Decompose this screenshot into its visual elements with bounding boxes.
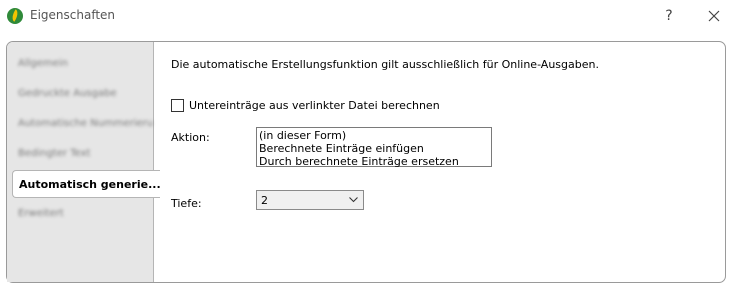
aktion-option[interactable]: Durch berechnete Einträge ersetzen: [259, 155, 489, 168]
window-title: Eigenschaften: [30, 8, 116, 22]
subentries-checkbox-label[interactable]: Untereinträge aus verlinkter Datei berec…: [189, 99, 440, 112]
content-panel: Die automatische Erstellungsfunktion gil…: [154, 42, 722, 269]
help-button[interactable]: ?: [657, 4, 681, 28]
chevron-down-icon: [349, 197, 358, 203]
aktion-option[interactable]: Berechnete Einträge einfügen: [259, 142, 489, 155]
sidebar-item-gedruckte-ausgabe[interactable]: Gedruckte Ausgabe: [12, 80, 153, 108]
sidebar: Allgemein Gedruckte Ausgabe Automatische…: [7, 42, 160, 282]
aktion-option[interactable]: (in dieser Form): [259, 129, 489, 142]
tiefe-dropdown[interactable]: 2: [256, 190, 364, 210]
info-text: Die automatische Erstellungsfunktion gil…: [171, 58, 599, 71]
sidebar-item-erweitert[interactable]: Erweitert: [12, 200, 153, 228]
app-logo-icon: [7, 8, 23, 24]
sidebar-item-automatisch-generiert[interactable]: Automatisch generie...: [12, 170, 160, 198]
close-button[interactable]: [700, 4, 728, 28]
aktion-label: Aktion:: [171, 131, 210, 144]
tiefe-label: Tiefe:: [171, 197, 202, 210]
aktion-listbox[interactable]: (in dieser Form) Berechnete Einträge ein…: [256, 127, 492, 168]
title-bar: Eigenschaften ?: [0, 0, 734, 32]
subentries-checkbox[interactable]: [171, 99, 184, 112]
close-icon: [708, 10, 720, 22]
sidebar-item-automatische-nummerierung[interactable]: Automatische Nummerierung: [12, 110, 153, 138]
tiefe-value: 2: [261, 194, 268, 207]
sidebar-item-allgemein[interactable]: Allgemein: [12, 50, 153, 78]
sidebar-item-bedingter-text[interactable]: Bedingter Text: [12, 140, 153, 168]
